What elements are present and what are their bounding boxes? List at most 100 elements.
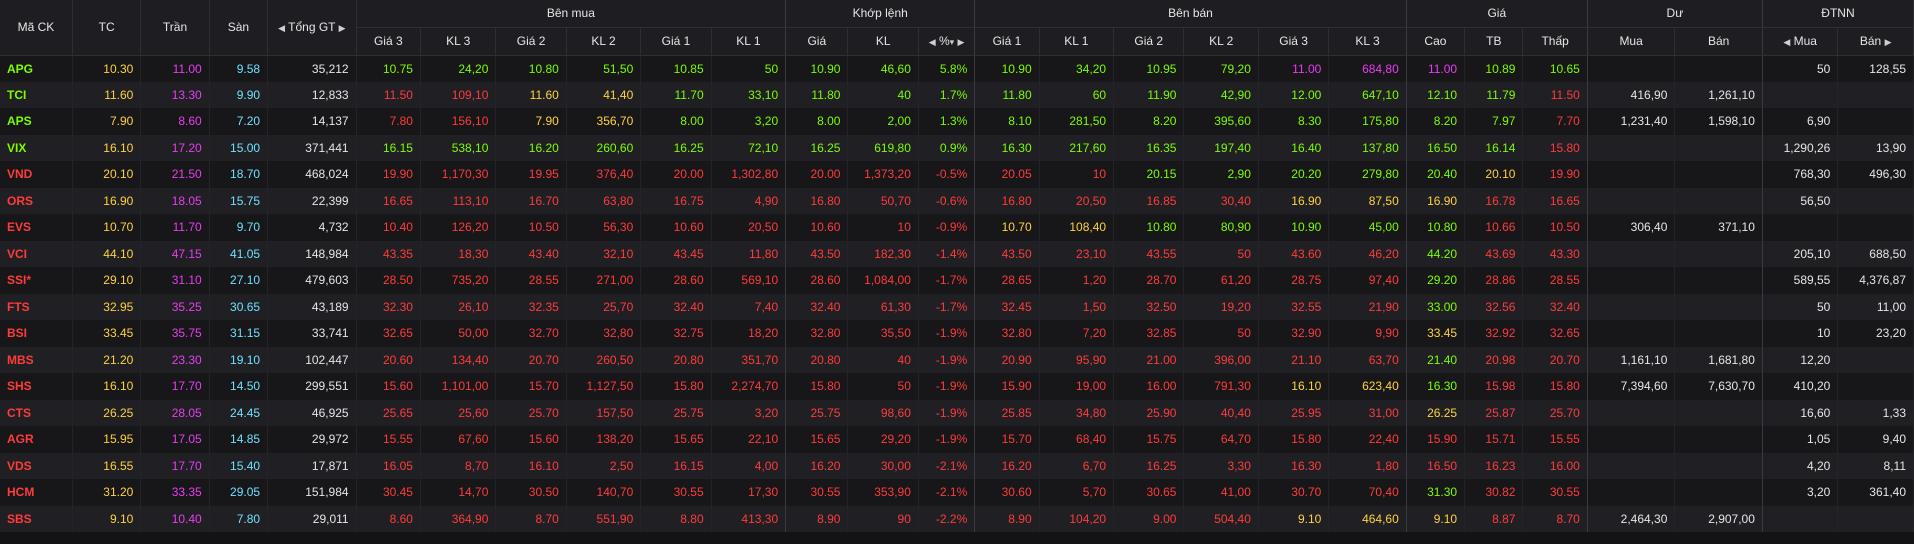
- cell-foreign-buy: 1,05: [1762, 426, 1839, 453]
- table-row[interactable]: ORS 16.90 18.05 15.75 22,399 16.65 113,10 16.70…: [0, 187, 1914, 214]
- cell-buy-vol2: 41,40: [566, 81, 642, 108]
- cell-remain-buy: 306,40: [1587, 214, 1676, 241]
- col-symbol[interactable]: Mã CK: [0, 0, 73, 56]
- col-foreign-sell-label: Bán: [1859, 34, 1882, 48]
- table-row[interactable]: BSI 33.45 35.75 31.15 33,741 32.65 50,00 32.70 3…: [0, 320, 1914, 347]
- cell-ref: 21.20: [72, 346, 142, 373]
- cell-total: 35,212: [267, 55, 357, 82]
- table-row[interactable]: AGR 15.95 17.05 14.85 29,972 15.55 67,60 15.60 1…: [0, 426, 1914, 453]
- cell-sym[interactable]: VCI: [0, 240, 73, 267]
- cell-sym[interactable]: VDS: [0, 452, 73, 479]
- cell-sell-price3: 16.10: [1258, 373, 1330, 400]
- cell-buy-vol2: 63,80: [566, 187, 642, 214]
- cell-match-vol: 50: [847, 373, 919, 400]
- col-remain-sell[interactable]: Bán: [1674, 27, 1763, 56]
- caret-right-icon[interactable]: ▶: [1885, 37, 1892, 47]
- cell-remain-buy: 1,231,40: [1587, 108, 1676, 135]
- caret-right-icon[interactable]: ▶: [958, 37, 965, 47]
- col-buy-price2[interactable]: Giá 2: [495, 27, 567, 56]
- table-row[interactable]: CTS 26.25 28.05 24.45 46,925 25.65 25,60 25.70 1…: [0, 399, 1914, 426]
- caret-left-icon[interactable]: ◀: [1783, 37, 1790, 47]
- cell-sell-price3: 12.00: [1258, 81, 1330, 108]
- table-row[interactable]: EVS 10.70 11.70 9.70 4,732 10.40 126,20 10.50 56…: [0, 214, 1914, 241]
- caret-left-icon[interactable]: ◀: [929, 37, 936, 47]
- table-row[interactable]: SBS 9.10 10.40 7.80 29,011 8.60 364,90 8.70 551,…: [0, 505, 1914, 532]
- cell-sell-price1: 10.90: [974, 55, 1040, 82]
- col-avg[interactable]: TB: [1464, 27, 1524, 56]
- cell-avg: 20.10: [1464, 161, 1524, 188]
- cell-sym[interactable]: TCI: [0, 81, 73, 108]
- col-buy-price1[interactable]: Giá 1: [640, 27, 712, 56]
- col-floor[interactable]: Sàn: [209, 0, 269, 56]
- table-row[interactable]: APS 7.90 8.60 7.20 14,137 7.80 156,10 7.90 356,7…: [0, 108, 1914, 135]
- cell-sym[interactable]: FTS: [0, 293, 73, 320]
- cell-sym[interactable]: VND: [0, 161, 73, 188]
- col-sell-price2[interactable]: Giá 2: [1113, 27, 1185, 56]
- table-row[interactable]: FTS 32.95 35.25 30.65 43,189 32.30 26,10 32.35 2…: [0, 293, 1914, 320]
- cell-sym[interactable]: CTS: [0, 399, 73, 426]
- cell-match-pct: -2.1%: [918, 452, 976, 479]
- col-low[interactable]: Thấp: [1522, 27, 1588, 56]
- col-buy-vol1[interactable]: KL 1: [711, 27, 787, 56]
- cell-sell-vol2: 2,90: [1183, 161, 1259, 188]
- cell-sym[interactable]: HCM: [0, 479, 73, 506]
- col-buy-price3[interactable]: Giá 3: [356, 27, 421, 56]
- col-sell-vol3[interactable]: KL 3: [1328, 27, 1407, 56]
- table-row[interactable]: TCI 11.60 13.30 9.90 12,833 11.50 109,10 11.60 4…: [0, 81, 1914, 108]
- col-sell-vol2[interactable]: KL 2: [1183, 27, 1259, 56]
- table-row[interactable]: VIX 16.10 17.20 15.00 371,441 16.15 538,10 16.2…: [0, 134, 1914, 161]
- col-match-pct[interactable]: ◀ %▾ ▶: [918, 27, 976, 56]
- cell-sym[interactable]: BSI: [0, 320, 73, 347]
- table-row[interactable]: HCM 31.20 33.35 29.05 151,984 30.45 14,70 30.50…: [0, 479, 1914, 506]
- col-match-vol[interactable]: KL: [847, 27, 919, 56]
- cell-sym[interactable]: AGR: [0, 426, 73, 453]
- cell-sell-price1: 15.70: [974, 426, 1040, 453]
- cell-high: 10.80: [1406, 214, 1466, 241]
- cell-sym[interactable]: MBS: [0, 346, 73, 373]
- cell-sym[interactable]: APS: [0, 108, 73, 135]
- cell-buy-vol1: 3,20: [711, 108, 787, 135]
- cell-sell-vol3: 1,80: [1328, 452, 1407, 479]
- cell-foreign-sell: 688,50: [1837, 240, 1914, 267]
- table-row[interactable]: APG 10.30 11.00 9.58 35,212 10.75 24,20 10.80 51…: [0, 55, 1914, 82]
- col-ceil[interactable]: Trần: [140, 0, 210, 56]
- col-foreign-sell[interactable]: Bán ▶: [1837, 27, 1914, 56]
- cell-sym[interactable]: ORS: [0, 187, 73, 214]
- col-sell-vol1[interactable]: KL 1: [1039, 27, 1115, 56]
- caret-left-icon[interactable]: ◀: [278, 23, 285, 33]
- col-remain-buy[interactable]: Mua: [1587, 27, 1676, 56]
- cell-sym[interactable]: SSI*: [0, 267, 73, 294]
- col-buy-vol2[interactable]: KL 2: [566, 27, 642, 56]
- cell-buy-vol3: 18,30: [420, 240, 497, 267]
- cell-sym[interactable]: EVS: [0, 214, 73, 241]
- cell-remain-buy: [1587, 267, 1676, 294]
- cell-sell-vol2: 19,20: [1183, 293, 1259, 320]
- table-row[interactable]: VND 20.10 21.50 18.70 468,024 19.90 1,170,30 19…: [0, 161, 1914, 188]
- table-row[interactable]: SHS 16.10 17.70 14.50 299,551 15.60 1,101,00 15…: [0, 373, 1914, 400]
- cell-buy-price2: 15.60: [495, 426, 567, 453]
- table-row[interactable]: VDS 16.55 17.70 15.40 17,871 16.05 8,70 16.10 2,…: [0, 452, 1914, 479]
- cell-sell-vol3: 684,80: [1328, 55, 1407, 82]
- col-match-price[interactable]: Giá: [785, 27, 849, 56]
- col-sell-price1[interactable]: Giá 1: [974, 27, 1040, 56]
- col-foreign-buy[interactable]: ◀ Mua: [1762, 27, 1839, 56]
- cell-sell-vol3: 21,90: [1328, 293, 1407, 320]
- cell-sym[interactable]: SHS: [0, 373, 73, 400]
- caret-right-icon[interactable]: ▶: [339, 23, 346, 33]
- table-row[interactable]: MBS 21.20 23.30 19.10 102,447 20.60 134,40 20.7…: [0, 346, 1914, 373]
- col-high[interactable]: Cao: [1406, 27, 1466, 56]
- table-row[interactable]: SSI* 29.10 31.10 27.10 479,603 28.50 735,20 28.…: [0, 267, 1914, 294]
- cell-sym[interactable]: SBS: [0, 505, 73, 532]
- table-row[interactable]: VCI 44.10 47.15 41.05 148,984 43.35 18,30 43.40…: [0, 240, 1914, 267]
- cell-match-vol: 353,90: [847, 479, 919, 506]
- col-sell-price3[interactable]: Giá 3: [1258, 27, 1330, 56]
- col-buy-vol3[interactable]: KL 3: [420, 27, 497, 56]
- cell-sym[interactable]: VIX: [0, 134, 73, 161]
- cell-high: 44.20: [1406, 240, 1466, 267]
- cell-avg: 32.56: [1464, 293, 1524, 320]
- cell-remain-sell: [1674, 320, 1763, 347]
- cell-sym[interactable]: APG: [0, 55, 73, 82]
- col-ref[interactable]: TC: [72, 0, 142, 56]
- cell-foreign-sell: [1837, 187, 1914, 214]
- col-total[interactable]: ◀ Tổng GT ▶: [267, 0, 357, 56]
